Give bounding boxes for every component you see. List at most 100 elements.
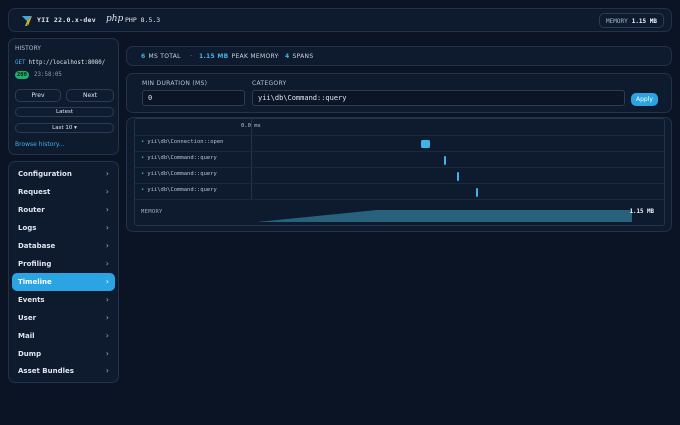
latest-button[interactable]: Latest <box>15 107 114 117</box>
timeline-panel: 0.0 ms MEMORY 1.15 MB • yii\db\Connection… <box>126 117 672 232</box>
category-input[interactable]: yii\db\Command::query <box>252 90 625 106</box>
history-title: HISTORY <box>15 45 41 52</box>
timeline-row-divider <box>135 151 664 152</box>
sidebar-item-label: Request <box>18 187 51 196</box>
chevron-right-icon: › <box>105 276 109 286</box>
memory-area <box>257 210 632 222</box>
request-url-text: http://localhost:8080/ <box>28 60 106 66</box>
summary-total: 6 MS TOTAL <box>141 53 181 60</box>
bullet-icon: • <box>141 139 145 145</box>
chevron-right-icon: › <box>105 330 109 340</box>
prev-button[interactable]: Prev <box>15 89 61 102</box>
sidebar-item-label: Database <box>18 241 56 250</box>
summary-total-label: MS TOTAL <box>148 53 181 60</box>
request-method: GET <box>15 60 26 66</box>
chevron-right-icon: › <box>105 294 109 304</box>
summary-separator: · <box>277 52 280 60</box>
timeline-divider <box>251 119 252 199</box>
timeline-span-bar[interactable] <box>420 140 430 148</box>
framework-version: YII 22.0.x-dev <box>37 16 96 24</box>
chevron-right-icon: › <box>105 348 109 358</box>
memory-chip: MEMORY 1.15 MB <box>599 13 664 28</box>
php-logo: php <box>106 14 124 24</box>
request-time: 23:58:05 <box>34 72 62 78</box>
sidebar-item-label: Logs <box>18 223 37 232</box>
timeline-row-label-text: yii\db\Command::query <box>147 171 217 177</box>
sidebar-item-dump[interactable]: Dump › <box>12 345 115 363</box>
memory-chip-value: 1.15 MB <box>631 18 657 25</box>
timeline-chart: 0.0 ms MEMORY 1.15 MB • yii\db\Connection… <box>134 118 665 226</box>
memory-chip-label: MEMORY <box>606 18 628 25</box>
bullet-icon: • <box>141 155 145 161</box>
timeline-span-bar[interactable] <box>443 155 446 165</box>
top-bar: YII 22.0.x-dev php PHP 8.5.3 MEMORY 1.15 … <box>8 8 672 32</box>
status-badge: 200 <box>15 71 29 79</box>
chevron-right-icon: › <box>105 222 109 232</box>
sidebar-item-asset-bundles[interactable]: Asset Bundles › <box>12 362 115 380</box>
timeline-row-label-text: yii\db\Command::query <box>147 187 217 193</box>
chevron-right-icon: › <box>105 186 109 196</box>
min-duration-label: MIN DURATION (MS) <box>142 80 208 87</box>
browse-history-link[interactable]: Browse history... <box>15 141 64 148</box>
chevron-right-icon: › <box>105 240 109 250</box>
chevron-right-icon: › <box>105 169 109 178</box>
chevron-right-icon: › <box>105 366 109 376</box>
timeline-row-label-text: yii\db\Command::query <box>147 155 217 161</box>
sidebar-item-label: Dump <box>18 349 42 358</box>
timeline-row-divider <box>135 167 664 168</box>
sidebar-item-router[interactable]: Router › <box>12 201 115 219</box>
sidebar-item-label: Mail <box>18 331 35 340</box>
apply-button[interactable]: Apply <box>631 93 658 106</box>
timeline-row-label: • yii\db\Command::query <box>141 171 217 177</box>
min-duration-input[interactable]: 0 <box>142 90 245 106</box>
timeline-row-divider <box>135 135 664 136</box>
sidebar-item-mail[interactable]: Mail › <box>12 327 115 345</box>
timeline-summary: 6 MS TOTAL · 1.15 MB PEAK MEMORY · 4 SPANS <box>126 46 672 66</box>
timeline-row-divider <box>135 199 664 200</box>
sidebar-item-timeline[interactable]: Timeline › <box>12 272 115 291</box>
axis-start-label: 0.0 ms <box>241 123 261 129</box>
memory-row-value: 1.15 MB <box>629 209 654 215</box>
sidebar-item-label: Timeline <box>18 277 52 286</box>
sidebar-item-profiling[interactable]: Profiling › <box>12 255 115 273</box>
summary-spans-value: 4 <box>285 53 290 60</box>
sidebar-item-user[interactable]: User › <box>12 309 115 327</box>
filters-panel: MIN DURATION (MS) 0 CATEGORY yii\db\Comm… <box>126 73 672 113</box>
timeline-row-label: • yii\db\Connection::open <box>141 139 223 145</box>
sidebar-item-label: Router <box>18 205 45 214</box>
sidebar-item-label: User <box>18 313 37 322</box>
sidebar-item-label: Events <box>18 295 45 304</box>
timeline-row-label: • yii\db\Command::query <box>141 187 217 193</box>
chevron-right-icon: › <box>105 204 109 214</box>
sidebar-item-logs[interactable]: Logs › <box>12 219 115 237</box>
next-button[interactable]: Next <box>66 89 114 102</box>
summary-total-value: 6 <box>141 53 146 60</box>
yii-logo-icon <box>22 16 32 26</box>
php-version: PHP 8.5.3 <box>125 16 161 24</box>
sidebar-item-label: Configuration <box>18 170 72 178</box>
summary-peak-value: 1.15 MB <box>199 53 229 60</box>
memory-area-chart <box>257 210 632 222</box>
request-url[interactable]: GET http://localhost:8080/ <box>15 60 105 66</box>
bullet-icon: • <box>141 171 145 177</box>
sidebar-item-label: Profiling <box>18 259 52 268</box>
summary-peak: 1.15 MB PEAK MEMORY <box>199 53 279 60</box>
last-10-dropdown[interactable]: Last 10 ▾ <box>15 123 114 133</box>
chevron-right-icon: › <box>105 258 109 268</box>
summary-spans-label: SPANS <box>292 53 314 60</box>
timeline-row-divider <box>135 183 664 184</box>
bullet-icon: • <box>141 187 145 193</box>
sidebar-item-label: Asset Bundles <box>18 367 74 376</box>
timeline-span-bar[interactable] <box>475 187 478 197</box>
sidebar-item-events[interactable]: Events › <box>12 291 115 309</box>
summary-peak-label: PEAK MEMORY <box>231 53 279 60</box>
sidebar-item-database[interactable]: Database › <box>12 237 115 255</box>
sidebar-item-request[interactable]: Request › <box>12 183 115 201</box>
summary-separator: · <box>190 52 193 60</box>
chevron-right-icon: › <box>105 312 109 322</box>
timeline-span-bar[interactable] <box>456 171 459 181</box>
sidebar-item-configuration[interactable]: Configuration › <box>12 165 115 183</box>
history-panel: HISTORY GET http://localhost:8080/ 200 23… <box>8 38 119 155</box>
category-label: CATEGORY <box>252 80 287 87</box>
timeline-row-label-text: yii\db\Connection::open <box>147 139 224 145</box>
